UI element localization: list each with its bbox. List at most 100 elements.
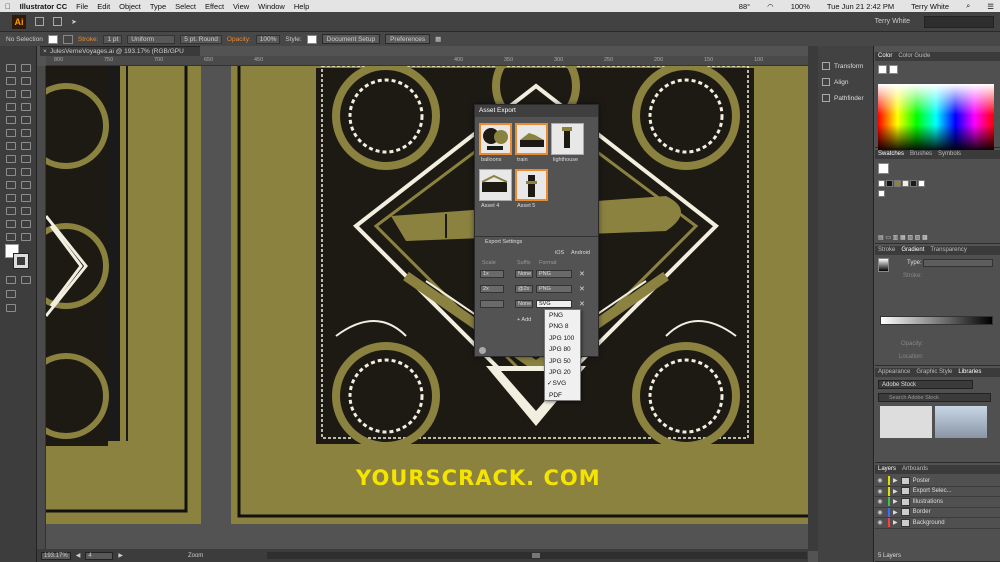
menu-option-svg[interactable]: ✓SVG bbox=[545, 378, 580, 389]
menu-effect[interactable]: Effect bbox=[205, 2, 224, 11]
stock-thumbnail-2[interactable] bbox=[935, 406, 987, 438]
apple-icon[interactable]:  bbox=[5, 2, 11, 11]
preferences-button[interactable]: Preferences bbox=[385, 34, 431, 44]
send-icon[interactable]: ➤ bbox=[71, 18, 77, 26]
info-icon[interactable] bbox=[479, 347, 486, 354]
suffix-field[interactable]: None bbox=[515, 269, 533, 278]
asset-4[interactable] bbox=[479, 169, 512, 201]
variable-width-dropdown[interactable]: Uniform bbox=[127, 34, 176, 44]
visibility-eye-icon[interactable]: ◉ bbox=[875, 509, 885, 516]
swatch-none[interactable] bbox=[878, 180, 885, 187]
wifi-icon[interactable]: ◠ bbox=[767, 2, 774, 11]
menu-option-png[interactable]: PNG bbox=[545, 310, 580, 321]
scale-dropdown[interactable]: 2x bbox=[480, 284, 504, 293]
menu-user[interactable]: Terry White bbox=[911, 2, 949, 11]
horizontal-scrollbar[interactable] bbox=[267, 552, 807, 559]
stroke-weight-field[interactable]: 1 pt bbox=[103, 34, 123, 44]
menu-option-jpg20[interactable]: JPG 20 bbox=[545, 367, 580, 378]
asset-lighthouse[interactable] bbox=[551, 123, 584, 155]
slice-tool-icon[interactable] bbox=[21, 220, 31, 228]
menu-type[interactable]: Type bbox=[150, 2, 166, 11]
layer-row[interactable]: ◉ ▶ Border bbox=[875, 507, 1000, 518]
eraser-tool-icon[interactable] bbox=[21, 129, 31, 137]
menu-option-jpg100[interactable]: JPG 100 bbox=[545, 333, 580, 344]
format-dropdown[interactable]: PNG bbox=[536, 269, 572, 278]
format-dropdown[interactable]: PNG bbox=[536, 284, 572, 293]
asset-5[interactable] bbox=[515, 169, 548, 201]
swatch-black[interactable] bbox=[910, 180, 917, 187]
menu-file[interactable]: File bbox=[76, 2, 88, 11]
white-swatch[interactable] bbox=[889, 65, 898, 74]
add-scale-button[interactable]: + Add bbox=[517, 317, 531, 323]
selection-tool-icon[interactable] bbox=[6, 64, 16, 72]
app-name[interactable]: Illustrator CC bbox=[20, 2, 68, 11]
tab-symbols[interactable]: Symbols bbox=[938, 150, 961, 159]
menu-option-png8[interactable]: PNG 8 bbox=[545, 321, 580, 332]
asset-export-title[interactable]: Asset Export bbox=[475, 105, 598, 117]
gradient-swatch[interactable] bbox=[878, 258, 889, 272]
rectangle-tool-icon[interactable] bbox=[6, 116, 16, 124]
clock[interactable]: Tue Jun 21 2:42 PM bbox=[827, 2, 894, 11]
swatch-proxy-icon[interactable] bbox=[878, 163, 889, 174]
opacity-label[interactable]: Opacity: bbox=[227, 36, 251, 43]
search-stock-input[interactable] bbox=[924, 15, 994, 28]
panel-collapse-strip[interactable] bbox=[808, 46, 818, 551]
scroll-thumb[interactable] bbox=[532, 553, 540, 558]
direct-selection-tool-icon[interactable] bbox=[21, 64, 31, 72]
menu-option-jpg80[interactable]: JPG 80 bbox=[545, 344, 580, 355]
tab-graphic-style[interactable]: Graphic Style bbox=[916, 368, 952, 377]
curvature-tool-icon[interactable] bbox=[21, 90, 31, 98]
stock-search-input[interactable]: Search Adobe Stock bbox=[878, 393, 991, 402]
fill-stroke-proxy-icon[interactable] bbox=[878, 65, 887, 74]
align-panel-button[interactable]: Align bbox=[818, 74, 873, 90]
style-swatch[interactable] bbox=[306, 34, 317, 44]
width-tool-icon[interactable] bbox=[6, 155, 16, 163]
fill-swatch[interactable] bbox=[47, 34, 58, 44]
magic-wand-tool-icon[interactable] bbox=[6, 77, 16, 85]
menu-help[interactable]: Help bbox=[294, 2, 309, 11]
symbol-sprayer-tool-icon[interactable] bbox=[6, 207, 16, 215]
screen-mode-icon[interactable] bbox=[6, 304, 16, 312]
export-settings-label[interactable]: Export Settings bbox=[485, 239, 522, 245]
tab-layers[interactable]: Layers bbox=[878, 465, 896, 474]
menu-option-jpg50[interactable]: JPG 50 bbox=[545, 356, 580, 367]
brush-dropdown[interactable]: 5 pt. Round bbox=[180, 34, 222, 44]
tab-color[interactable]: Color bbox=[878, 52, 892, 61]
visibility-eye-icon[interactable]: ◉ bbox=[875, 477, 885, 484]
previous-artboard-icon[interactable]: ◀ bbox=[76, 552, 81, 559]
expand-arrow-icon[interactable]: ▶ bbox=[893, 519, 898, 526]
graph-tool-icon[interactable] bbox=[21, 207, 31, 215]
arrange-documents-icon[interactable] bbox=[53, 17, 62, 26]
layer-row[interactable]: ◉ ▶ Export Selec... bbox=[875, 486, 1000, 497]
format-dropdown[interactable]: SVG bbox=[536, 299, 572, 308]
hand-tool-icon[interactable] bbox=[6, 233, 16, 241]
expand-arrow-icon[interactable]: ▶ bbox=[893, 477, 898, 484]
menu-window[interactable]: Window bbox=[258, 2, 285, 11]
eyedropper-tool-icon[interactable] bbox=[6, 194, 16, 202]
type-dropdown[interactable] bbox=[923, 259, 993, 267]
visibility-eye-icon[interactable]: ◉ bbox=[875, 488, 885, 495]
tab-appearance[interactable]: Appearance bbox=[878, 368, 910, 377]
tab-swatches[interactable]: Swatches bbox=[878, 150, 904, 159]
scale-dropdown[interactable]: 1x bbox=[480, 269, 504, 278]
library-dropdown[interactable]: Adobe Stock bbox=[878, 380, 973, 389]
android-button[interactable]: Android bbox=[571, 250, 590, 256]
swatch-white-2[interactable] bbox=[878, 190, 885, 197]
mesh-tool-icon[interactable] bbox=[6, 181, 16, 189]
color-mode-icon[interactable] bbox=[6, 276, 16, 284]
document-tab[interactable]: × JulesVerneVoyages.ai @ 193.17% (RGB/GP… bbox=[40, 46, 200, 65]
line-tool-icon[interactable] bbox=[21, 103, 31, 111]
swatch-gold[interactable] bbox=[894, 180, 901, 187]
swatch-registration[interactable] bbox=[886, 180, 893, 187]
menu-select[interactable]: Select bbox=[175, 2, 196, 11]
menu-edit[interactable]: Edit bbox=[97, 2, 110, 11]
tab-gradient[interactable]: Gradient bbox=[901, 246, 924, 255]
zoom-level-field[interactable]: 193.17% bbox=[41, 551, 71, 560]
layer-row[interactable]: ◉ ▶ Illustrations bbox=[875, 497, 1000, 508]
menu-view[interactable]: View bbox=[233, 2, 249, 11]
expand-arrow-icon[interactable]: ▶ bbox=[893, 488, 898, 495]
asset-train[interactable] bbox=[515, 123, 548, 155]
menu-option-pdf[interactable]: PDF bbox=[545, 390, 580, 401]
layer-row[interactable]: ◉ ▶ Background bbox=[875, 518, 1000, 529]
visibility-eye-icon[interactable]: ◉ bbox=[875, 519, 885, 526]
